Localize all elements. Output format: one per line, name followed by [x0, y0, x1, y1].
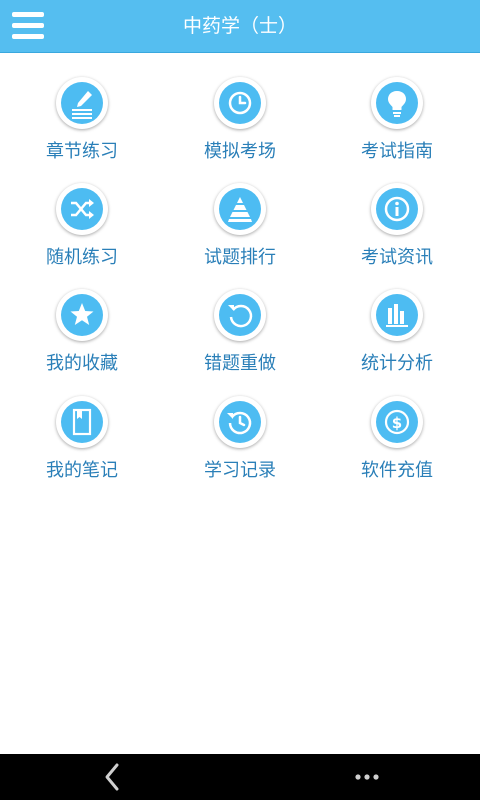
svg-text:$: $ — [392, 414, 402, 432]
dollar-icon: $ — [376, 401, 418, 443]
grid-item-my-favorites[interactable]: 我的收藏 — [7, 289, 157, 389]
grid-item-redo-mistakes[interactable]: 错题重做 — [165, 289, 315, 389]
grid-item-my-notes[interactable]: 我的笔记 — [7, 396, 157, 496]
grid-item-exam-news[interactable]: 考试资讯 — [322, 183, 472, 283]
grid-item-label: 我的收藏 — [46, 353, 118, 374]
redo-icon — [219, 294, 261, 336]
grid-item-label: 考试指南 — [361, 141, 433, 162]
grid-item-label: 统计分析 — [361, 353, 433, 374]
star-icon — [61, 294, 103, 336]
bar-chart-icon — [376, 294, 418, 336]
grid-item-label: 模拟考场 — [204, 141, 276, 162]
notebook-icon — [61, 401, 103, 443]
grid-item-mock-exam[interactable]: 模拟考场 — [165, 77, 315, 177]
clock-icon — [219, 82, 261, 124]
page-title: 中药学（士） — [182, 15, 297, 37]
info-icon — [376, 188, 418, 230]
grid-item-question-ranking[interactable]: 试题排行 — [165, 183, 315, 283]
grid-item-recharge[interactable]: $ 软件充值 — [322, 396, 472, 496]
more-button[interactable] — [350, 760, 384, 794]
lightbulb-icon — [376, 82, 418, 124]
grid-item-chapter-practice[interactable]: 章节练习 — [7, 77, 157, 177]
app-header: 中药学（士） — [0, 0, 480, 53]
grid-item-label: 试题排行 — [204, 247, 276, 268]
grid-item-label: 错题重做 — [204, 353, 276, 374]
more-dots-icon — [355, 774, 379, 780]
system-navbar — [0, 754, 480, 800]
grid-item-statistics[interactable]: 统计分析 — [322, 289, 472, 389]
grid-item-exam-guide[interactable]: 考试指南 — [322, 77, 472, 177]
grid-item-label: 学习记录 — [204, 460, 276, 481]
back-button[interactable] — [96, 760, 130, 794]
grid-item-label: 章节练习 — [46, 141, 118, 162]
grid-item-label: 随机练习 — [46, 247, 118, 268]
pyramid-icon — [219, 188, 261, 230]
grid-item-study-history[interactable]: 学习记录 — [165, 396, 315, 496]
grid-item-label: 我的笔记 — [46, 460, 118, 481]
shuffle-icon — [61, 188, 103, 230]
back-chevron-icon — [105, 763, 119, 791]
history-icon — [219, 401, 261, 443]
grid-item-label: 考试资讯 — [361, 247, 433, 268]
grid-item-random-practice[interactable]: 随机练习 — [7, 183, 157, 283]
grid-item-label: 软件充值 — [361, 460, 433, 481]
edit-lines-icon — [61, 82, 103, 124]
